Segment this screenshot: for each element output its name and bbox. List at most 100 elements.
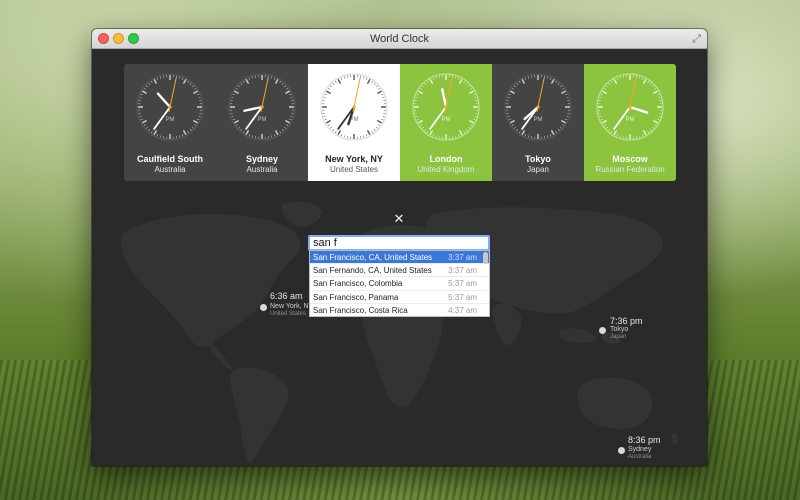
clock-tick: [323, 115, 326, 118]
clock-tick: [549, 134, 552, 137]
main-content: PM Caulfield South Australia PM Sydney A…: [92, 49, 707, 466]
clock-tick: [245, 78, 250, 84]
clock-tick: [518, 131, 521, 134]
clock-tick: [240, 129, 243, 131]
clock-tick: [232, 118, 235, 121]
clock-tick: [365, 134, 368, 137]
result-time: 4:37 am: [448, 305, 477, 315]
clock-tick: [610, 131, 613, 134]
clock-country: Japan: [527, 165, 549, 174]
clock-city: New York, NY: [325, 154, 383, 164]
clock-tick: [273, 77, 276, 80]
clock-tick: [194, 124, 197, 127]
search-result-item[interactable]: San Francisco, Panama 5:37 am: [310, 291, 489, 304]
search-result-item[interactable]: San Francisco, Colombia 5:37 am: [310, 277, 489, 291]
search-result-item[interactable]: San Francisco, CA, United States 3:37 am: [310, 251, 489, 265]
clock-tick: [600, 93, 603, 96]
clock-pm-label: PM: [258, 117, 267, 123]
clock-tick: [463, 131, 466, 134]
clock-tick: [473, 93, 476, 96]
clock-tick: [606, 126, 608, 129]
clock-card[interactable]: PM Moscow Russian Federation: [584, 64, 676, 181]
clock-tick: [419, 124, 422, 127]
search-result-item[interactable]: San Fernando, CA, United States 3:37 am: [310, 264, 489, 278]
clock-tick: [616, 134, 619, 137]
clock-tick: [197, 118, 200, 121]
clock-card[interactable]: PM New York, NY United States: [308, 64, 400, 181]
marker-country: United States: [270, 311, 307, 317]
clock-tick: [362, 135, 365, 138]
clock-tick: [473, 118, 476, 121]
clock-tick: [524, 134, 527, 137]
clock-card[interactable]: PM Sydney Australia: [216, 64, 308, 181]
clock-country: Australia: [246, 165, 278, 174]
clock-tick: [182, 130, 187, 136]
clock-tick: [378, 87, 381, 90]
analog-clock: PM: [228, 73, 296, 141]
clock-tick: [562, 87, 565, 90]
result-time: 3:37 am: [448, 266, 477, 276]
clock-tick: [658, 115, 661, 118]
clock-tick: [334, 131, 337, 134]
clock-tick: [382, 115, 385, 118]
clock-tick: [429, 130, 434, 136]
close-icon[interactable]: ✕: [392, 212, 406, 226]
clock-tick: [378, 124, 381, 127]
clock-tick: [417, 90, 423, 95]
clock-city: London: [429, 154, 463, 164]
clock-tick: [550, 78, 555, 84]
clock-tick: [511, 87, 514, 90]
close-window-button[interactable]: [98, 33, 109, 44]
clock-tick: [290, 115, 293, 118]
clock-tick: [289, 118, 292, 121]
clock-tick: [334, 80, 337, 83]
clock-tick: [233, 90, 239, 95]
clock-tick: [458, 78, 463, 84]
clock-tick: [248, 77, 251, 80]
result-time: 3:37 am: [448, 253, 477, 262]
clock-tick: [619, 76, 622, 79]
clock-tick: [566, 96, 569, 99]
result-time: 5:37 am: [448, 279, 477, 289]
result-time: 5:37 am: [448, 292, 477, 302]
clock-tick: [325, 90, 331, 95]
clock-tick: [366, 78, 371, 84]
clock-city: Moscow: [612, 154, 648, 164]
clock-tick: [435, 76, 438, 79]
clock-tick: [463, 80, 466, 83]
search-result-item[interactable]: San Francisco, Costa Rica 4:37 am: [310, 304, 489, 316]
clock-center-pin: [536, 105, 540, 109]
clock-tick: [426, 131, 429, 134]
clock-card[interactable]: PM Tokyo Japan: [492, 64, 584, 181]
clock-country: Russian Federation: [595, 165, 665, 174]
clock-tick: [610, 80, 613, 83]
clock-tick: [416, 118, 419, 121]
fullscreen-icon[interactable]: ⤢: [692, 32, 701, 46]
city-search-input[interactable]: san f: [308, 235, 490, 251]
clock-center-pin: [168, 105, 172, 109]
clock-pm-label: PM: [534, 117, 543, 123]
clock-tick: [156, 134, 159, 137]
clock-tick: [343, 135, 346, 138]
minimize-window-button[interactable]: [113, 33, 124, 44]
clock-tick: [647, 131, 650, 134]
clock-tick: [432, 77, 435, 80]
analog-clock: PM: [136, 73, 204, 141]
clock-tick: [192, 85, 194, 88]
clock-tick: [279, 131, 282, 134]
results-scrollbar[interactable]: [483, 252, 488, 264]
clock-card[interactable]: PM Caulfield South Australia: [124, 64, 216, 181]
clock-tick: [365, 77, 368, 80]
clock-tick: [557, 129, 560, 131]
clock-card[interactable]: PM London United Kingdom: [400, 64, 492, 181]
clock-tick: [601, 119, 607, 124]
clock-hour-hand: [628, 105, 649, 114]
clock-tick: [641, 77, 644, 80]
clock-tick: [457, 77, 460, 80]
clock-tick: [156, 77, 159, 80]
clock-tick: [231, 115, 234, 118]
clock-tick: [549, 77, 552, 80]
marker-time: 8:36 pm: [628, 435, 661, 445]
clock-tick: [546, 76, 549, 79]
zoom-window-button[interactable]: [128, 33, 139, 44]
